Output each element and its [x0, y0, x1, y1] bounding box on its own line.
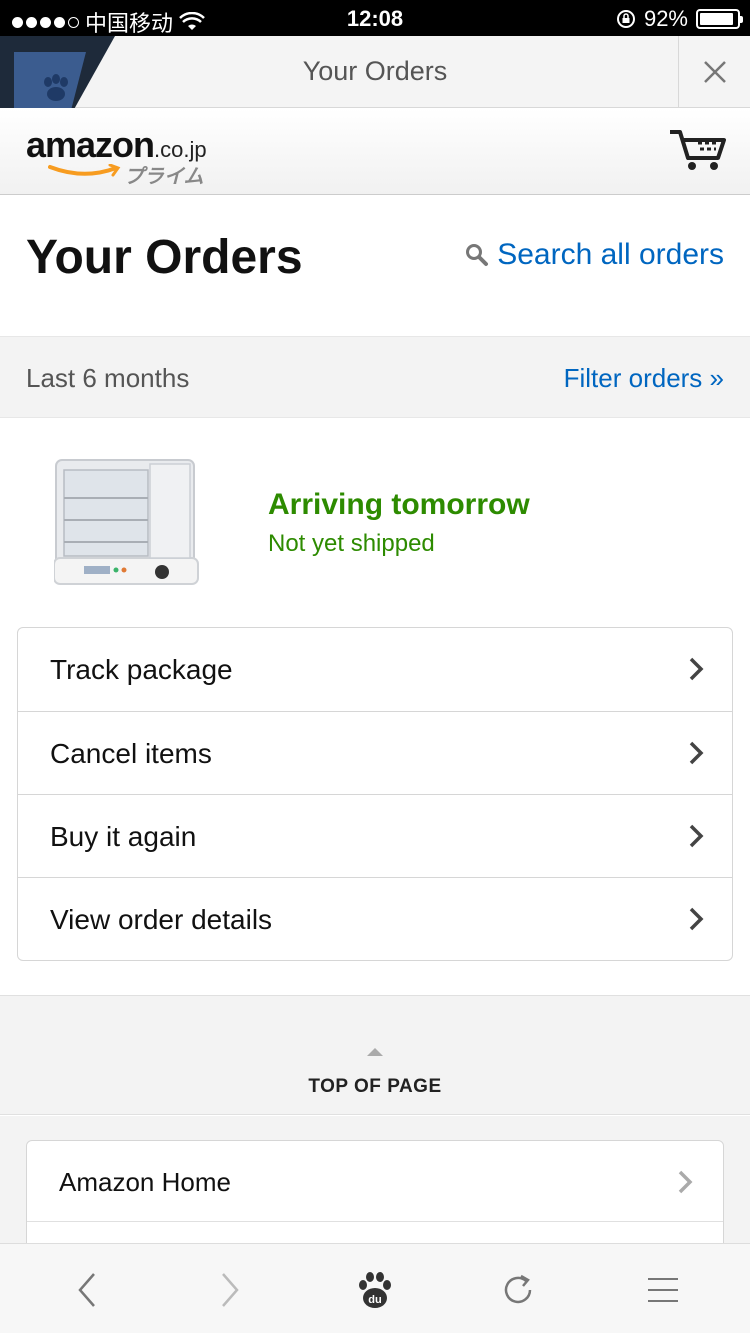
menu-button[interactable] — [638, 1268, 688, 1312]
home-button[interactable]: du — [350, 1268, 400, 1312]
smile-icon — [48, 164, 121, 177]
page-title: Your Orders — [26, 231, 303, 284]
footer-link-label: Amazon Home — [59, 1167, 231, 1197]
footer-links: Amazon Home — [26, 1140, 724, 1260]
buy-it-again-button[interactable]: Buy it again — [18, 794, 732, 877]
status-bar: 中国移动 12:08 92% — [0, 0, 750, 36]
track-package-button[interactable]: Track package — [18, 628, 732, 711]
cart-icon — [670, 130, 726, 170]
top-of-page-label: TOP OF PAGE — [308, 1076, 442, 1097]
forward-arrow-icon — [222, 1273, 239, 1307]
svg-text:du: du — [368, 1294, 381, 1306]
refresh-icon — [504, 1274, 532, 1304]
delivery-status: Arriving tomorrow — [268, 488, 530, 521]
search-icon — [466, 244, 489, 266]
close-icon — [703, 61, 726, 83]
cart-button[interactable] — [668, 128, 728, 177]
view-order-details-button[interactable]: View order details — [18, 877, 732, 960]
site-header: amazon.co.jp プライム — [0, 108, 750, 195]
chevron-right-icon — [689, 741, 704, 765]
forward-button[interactable] — [205, 1268, 255, 1312]
chevron-right-icon — [689, 657, 704, 681]
battery-percent: 92% — [643, 6, 688, 31]
chevron-right-icon — [678, 1170, 693, 1194]
browser-toolbar: du — [0, 1243, 750, 1333]
filter-row: Last 6 months Filter orders » — [0, 336, 750, 418]
refresh-button[interactable] — [493, 1268, 543, 1312]
shipping-status: Not yet shipped — [268, 530, 435, 557]
amazon-logo[interactable]: amazon.co.jp プライム — [26, 124, 207, 188]
caret-up-icon — [367, 1048, 383, 1056]
order-actions: Track package Cancel items Buy it again … — [17, 627, 733, 961]
logo-tld: .co.jp — [154, 137, 207, 162]
top-of-page-button[interactable]: TOP OF PAGE — [0, 995, 750, 1115]
search-all-orders-link[interactable]: Search all orders — [465, 238, 724, 272]
baidu-paw-icon: du — [359, 1272, 391, 1308]
footer-links-area: Amazon Home — [0, 1116, 750, 1260]
browser-title-bar: Your Orders — [0, 36, 750, 108]
action-label: Buy it again — [50, 821, 197, 852]
back-button[interactable] — [62, 1268, 112, 1312]
proofer-appliance-image — [53, 459, 199, 585]
order-period: Last 6 months — [26, 363, 190, 393]
search-all-orders-label: Search all orders — [497, 238, 724, 271]
close-button[interactable] — [678, 36, 750, 108]
menu-icon — [648, 1278, 678, 1302]
browser-page-title: Your Orders — [302, 56, 448, 86]
amazon-home-link[interactable]: Amazon Home — [27, 1141, 723, 1222]
chevron-right-icon — [689, 824, 704, 848]
action-label: Track package — [50, 654, 233, 685]
product-image[interactable] — [53, 458, 202, 597]
rotation-lock-icon — [616, 10, 635, 28]
filter-orders-link[interactable]: Filter orders » — [564, 363, 724, 394]
logo-prime-label: プライム — [124, 166, 204, 188]
back-arrow-icon — [78, 1273, 95, 1307]
action-label: Cancel items — [50, 738, 212, 769]
chevron-right-icon — [689, 907, 704, 931]
action-label: View order details — [50, 904, 273, 935]
battery-icon — [696, 9, 743, 29]
cancel-items-button[interactable]: Cancel items — [18, 711, 732, 794]
logo-word: amazon — [26, 124, 155, 165]
